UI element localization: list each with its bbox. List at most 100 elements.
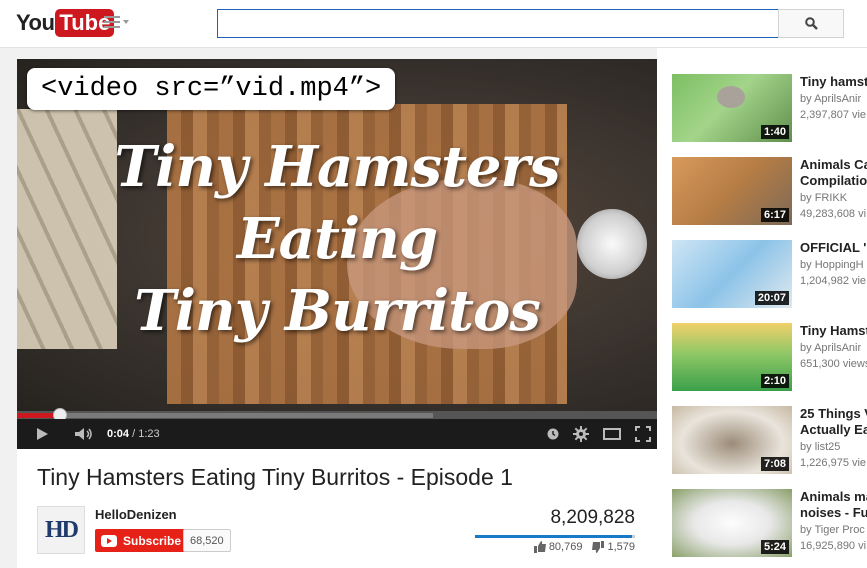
video-thumbnail[interactable]: 6:17 <box>672 157 792 225</box>
subscribe-button[interactable]: Subscribe <box>95 529 190 552</box>
related-video-item[interactable]: 5:24 Animals ma noises - Fu by Tiger Pro… <box>672 489 867 559</box>
duration: 1:23 <box>138 428 160 440</box>
video-channel: by Tiger Proc <box>800 522 867 538</box>
video-thumbnail[interactable]: 20:07 <box>672 240 792 308</box>
view-count: 8,209,828 <box>550 507 635 528</box>
dislike-count: 1,579 <box>607 541 635 553</box>
code-annotation-label: <video src=”vid.mp4”> <box>27 68 396 110</box>
overlay-line: Eating <box>237 206 438 272</box>
play-button[interactable] <box>17 419 67 449</box>
channel-name[interactable]: AprilsAnir <box>814 93 861 105</box>
video-duration: 6:17 <box>760 208 789 222</box>
related-video-item[interactable]: 2:10 Tiny Hamst by AprilsAnir 651,300 vi… <box>672 323 867 393</box>
video-title-line[interactable]: Compilatio <box>800 173 867 189</box>
watch-later-icon[interactable] <box>547 428 559 440</box>
video-duration: 2:10 <box>760 374 789 388</box>
search-button[interactable] <box>778 9 844 38</box>
current-time: 0:04 <box>107 428 130 440</box>
video-title-line[interactable]: Actually Ea <box>800 422 867 438</box>
video-player[interactable]: Tiny Hamsters Eating Tiny Burritos <vide… <box>17 59 657 449</box>
gear-icon[interactable] <box>573 426 589 442</box>
video-meta: by AprilsAnir 651,300 views <box>800 340 867 372</box>
hamster-image <box>717 86 745 108</box>
video-meta: by list25 1,226,975 vie <box>800 439 867 471</box>
thumbs-up-icon <box>533 541 546 553</box>
video-title-line[interactable]: OFFICIAL ' <box>800 240 867 256</box>
video-meta: by AprilsAnir 2,397,807 vie <box>800 91 867 123</box>
video-title-line[interactable]: noises - Fu <box>800 505 867 521</box>
video-channel: by list25 <box>800 439 867 455</box>
video-views: 49,283,608 vi <box>800 208 867 220</box>
video-thumbnail[interactable]: 7:08 <box>672 406 792 474</box>
video-channel: by HoppingH <box>800 257 867 273</box>
video-info-panel: Tiny Hamsters Eating Tiny Burritos - Epi… <box>17 449 657 568</box>
video-title-overlay: Tiny Hamsters Eating Tiny Burritos <box>17 131 657 347</box>
sentiment-bar <box>475 535 635 538</box>
chevron-down-icon <box>123 20 129 24</box>
overlay-line: Tiny Hamsters <box>114 134 560 200</box>
related-video-item[interactable]: 6:17 Animals Ca Compilatio by FRIKK 49,2… <box>672 157 867 227</box>
video-channel: by AprilsAnir <box>800 91 867 107</box>
video-title-line[interactable]: 25 Things V <box>800 406 867 422</box>
video-channel: by AprilsAnir <box>800 340 867 356</box>
progress-loaded <box>17 413 433 418</box>
masthead: You Tube <box>0 0 867 48</box>
video-meta: by FRIKK 49,283,608 vi <box>800 190 867 222</box>
like-ratio-bar <box>475 535 632 538</box>
youtube-logo[interactable]: You Tube <box>16 9 115 37</box>
channel-name[interactable]: HoppingH <box>815 259 864 271</box>
related-video-item[interactable]: 1:40 Tiny hamst by AprilsAnir 2,397,807 … <box>672 74 867 144</box>
video-views: 1,226,975 vie <box>800 457 867 469</box>
video-duration: 5:24 <box>760 540 789 554</box>
by-prefix: by <box>800 524 815 536</box>
channel-name[interactable]: FRIKK <box>815 192 847 204</box>
video-views: 651,300 views <box>800 358 867 370</box>
related-video-item[interactable]: 7:08 25 Things V Actually Ea by list25 1… <box>672 406 867 476</box>
overlay-line: Tiny Burritos <box>134 278 541 344</box>
channel-avatar[interactable]: HD <box>37 506 85 554</box>
by-prefix: by <box>800 93 815 105</box>
play-icon <box>37 428 48 440</box>
fullscreen-icon[interactable] <box>635 426 651 442</box>
video-duration: 1:40 <box>760 125 789 139</box>
by-prefix: by <box>800 342 815 354</box>
video-views: 2,397,807 vie <box>800 109 867 121</box>
search-input[interactable] <box>217 9 779 38</box>
video-title-line[interactable]: Tiny Hamst <box>800 323 867 339</box>
video-duration: 7:08 <box>760 457 789 471</box>
youtube-play-icon <box>101 534 117 547</box>
video-title-line[interactable]: Tiny hamst <box>800 74 867 90</box>
by-prefix: by <box>800 441 815 453</box>
search-icon <box>804 17 818 30</box>
like-count: 80,769 <box>548 541 583 553</box>
like-button[interactable]: 80,769 <box>533 541 583 553</box>
player-controls: 0:04 / 1:23 <box>17 419 657 449</box>
guide-menu-button[interactable] <box>104 16 129 28</box>
progress-bar[interactable] <box>17 408 657 422</box>
like-dislike-group: 80,769 1,579 <box>533 541 635 553</box>
video-thumbnail[interactable]: 5:24 <box>672 489 792 557</box>
channel-name[interactable]: Tiger Proc <box>814 524 864 536</box>
subscribe-label: Subscribe <box>123 533 182 548</box>
channel-name[interactable]: AprilsAnir <box>814 342 861 354</box>
video-duration: 20:07 <box>754 291 789 305</box>
video-thumbnail[interactable]: 1:40 <box>672 74 792 142</box>
video-channel: by FRIKK <box>800 190 867 206</box>
video-frame[interactable]: Tiny Hamsters Eating Tiny Burritos <vide… <box>17 59 657 411</box>
volume-button[interactable] <box>67 419 101 449</box>
volume-icon <box>75 428 92 440</box>
video-thumbnail[interactable]: 2:10 <box>672 323 792 391</box>
channel-name[interactable]: list25 <box>815 441 841 453</box>
video-meta: by Tiger Proc 16,925,890 vi <box>800 522 867 554</box>
dislike-button[interactable]: 1,579 <box>592 541 635 553</box>
video-title-line[interactable]: Animals Ca <box>800 157 867 173</box>
video-title: Tiny Hamsters Eating Tiny Burritos - Epi… <box>37 464 513 490</box>
theater-mode-icon[interactable] <box>603 428 621 440</box>
related-video-item[interactable]: 20:07 OFFICIAL ' by HoppingH 1,204,982 v… <box>672 240 867 310</box>
channel-name[interactable]: HelloDenizen <box>95 507 177 522</box>
by-prefix: by <box>800 259 815 271</box>
time-display: 0:04 / 1:23 <box>107 428 160 440</box>
by-prefix: by <box>800 192 815 204</box>
video-title-line[interactable]: Animals ma <box>800 489 867 505</box>
related-videos-sidebar: 1:40 Tiny hamst by AprilsAnir 2,397,807 … <box>657 48 867 568</box>
